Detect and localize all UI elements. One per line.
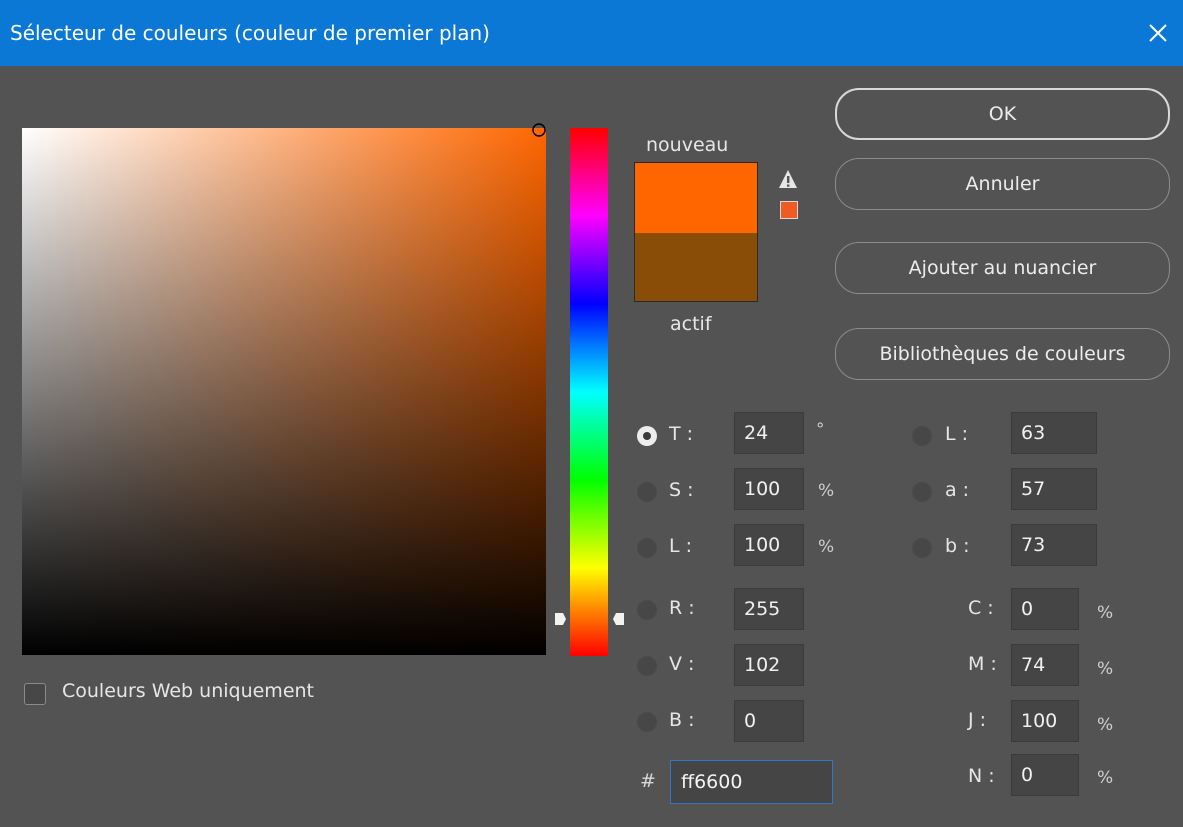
color-field[interactable] xyxy=(22,128,546,655)
black-label: N : xyxy=(968,765,995,787)
radio-green[interactable] xyxy=(637,656,657,676)
title-bar: Sélecteur de couleurs (couleur de premie… xyxy=(0,0,1183,66)
saturation-field[interactable]: 100 xyxy=(734,468,804,510)
radio-red[interactable] xyxy=(637,600,657,620)
brightness-label: L : xyxy=(669,535,693,557)
black-unit: % xyxy=(1097,768,1114,788)
lab-l-label: L : xyxy=(945,423,969,445)
web-colors-only-checkbox[interactable] xyxy=(24,683,46,705)
radio-brightness[interactable] xyxy=(637,538,657,558)
color-preview xyxy=(634,162,758,302)
radio-blue[interactable] xyxy=(637,712,657,732)
new-color-label: nouveau xyxy=(646,134,729,156)
hue-slider-arrow-icon[interactable] xyxy=(612,611,626,627)
saturation-unit: % xyxy=(818,481,835,501)
hue-slider-arrow-icon[interactable] xyxy=(553,611,567,627)
saturation-label: S : xyxy=(669,479,694,501)
lab-a-field[interactable]: 57 xyxy=(1011,468,1097,510)
hex-label: # xyxy=(640,770,656,792)
web-colors-only-label[interactable]: Couleurs Web uniquement xyxy=(62,680,314,702)
gamut-swatch[interactable] xyxy=(780,201,798,219)
close-icon xyxy=(1149,24,1167,42)
close-button[interactable] xyxy=(1133,0,1183,66)
lab-b-field[interactable]: 73 xyxy=(1011,524,1097,566)
black-field[interactable]: 0 xyxy=(1011,754,1079,796)
blue-label: B : xyxy=(669,709,695,731)
hex-field[interactable]: ff6600 xyxy=(670,760,833,804)
new-color-swatch xyxy=(635,163,757,233)
red-field[interactable]: 255 xyxy=(734,588,804,630)
color-libraries-button[interactable]: Bibliothèques de couleurs xyxy=(835,328,1170,380)
lab-a-label: a : xyxy=(945,479,970,501)
hue-unit: ° xyxy=(816,420,825,440)
cyan-unit: % xyxy=(1097,603,1114,623)
magenta-field[interactable]: 74 xyxy=(1011,644,1079,686)
color-field-marker-icon[interactable] xyxy=(527,122,547,142)
cyan-label: C : xyxy=(968,597,994,619)
cyan-field[interactable]: 0 xyxy=(1011,588,1079,630)
magenta-unit: % xyxy=(1097,659,1114,679)
lab-l-field[interactable]: 63 xyxy=(1011,412,1097,454)
radio-lab-l[interactable] xyxy=(912,426,932,446)
radio-lab-b[interactable] xyxy=(912,538,932,558)
brightness-field[interactable]: 100 xyxy=(734,524,804,566)
yellow-unit: % xyxy=(1097,715,1114,735)
add-to-swatches-button[interactable]: Ajouter au nuancier xyxy=(835,242,1170,294)
radio-saturation[interactable] xyxy=(637,482,657,502)
brightness-unit: % xyxy=(818,537,835,557)
yellow-field[interactable]: 100 xyxy=(1011,700,1079,742)
radio-lab-a[interactable] xyxy=(912,482,932,502)
red-label: R : xyxy=(669,597,695,619)
blue-field[interactable]: 0 xyxy=(734,700,804,742)
green-label: V : xyxy=(669,653,695,675)
current-color-label: actif xyxy=(670,313,712,335)
gamut-warning-icon[interactable] xyxy=(777,168,799,190)
window-title: Sélecteur de couleurs (couleur de premie… xyxy=(10,21,490,45)
radio-hue[interactable] xyxy=(637,426,657,446)
green-field[interactable]: 102 xyxy=(734,644,804,686)
hue-label: T : xyxy=(669,423,694,445)
hue-slider[interactable] xyxy=(570,128,608,656)
hue-field[interactable]: 24 xyxy=(734,412,804,454)
yellow-label: J : xyxy=(968,709,987,731)
current-color-swatch[interactable] xyxy=(635,233,757,301)
ok-button[interactable]: OK xyxy=(835,88,1170,140)
lab-b-label: b : xyxy=(945,535,970,557)
cancel-button[interactable]: Annuler xyxy=(835,158,1170,210)
magenta-label: M : xyxy=(968,653,997,675)
